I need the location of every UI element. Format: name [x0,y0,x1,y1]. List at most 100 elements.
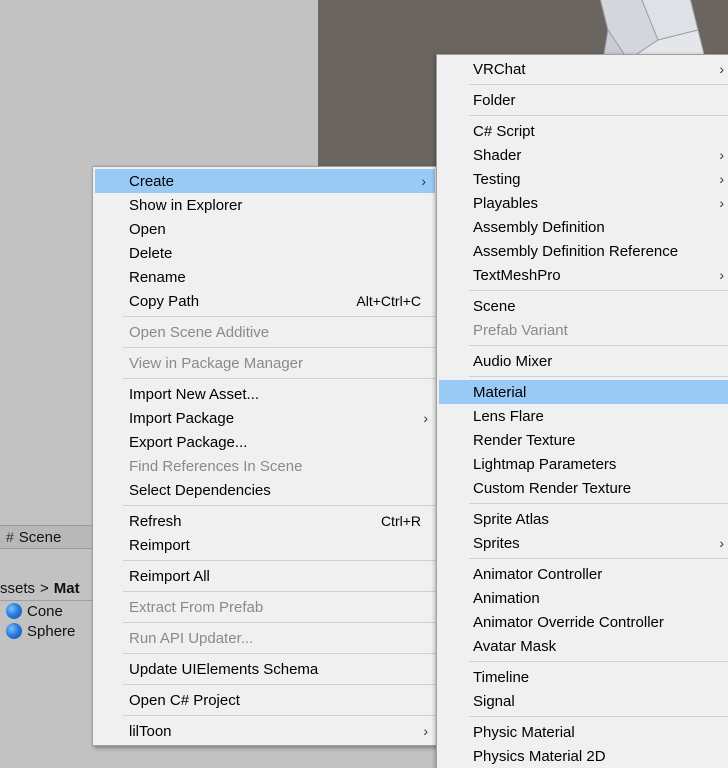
breadcrumb-assets[interactable]: ssets [0,580,35,597]
create-menu-item-testing[interactable]: Testing › [437,167,728,191]
menu-item-label: Extract From Prefab [129,598,264,616]
menu-item-label: Open C# Project [129,691,240,709]
asset-item-cone[interactable]: Cone [6,601,63,621]
menu-item-label: Update UIElements Schema [129,660,319,678]
create-menu-item-animator-override-controller[interactable]: Animator Override Controller [437,610,728,634]
create-submenu: VRChat › Folder C# Script Shader › Testing › Pla… [436,54,728,768]
chevron-right-icon: › [719,535,724,551]
menu-item-label: View in Package Manager [129,354,303,372]
context-menu-item-update-uielements-schema[interactable]: Update UIElements Schema [93,657,437,681]
asset-label: Sphere [27,622,76,640]
create-menu-item-folder[interactable]: Folder [437,88,728,112]
context-menu-item-create[interactable]: Create › [95,169,435,193]
menu-item-label: Folder [473,91,516,109]
sphere-material-icon [6,603,22,619]
menu-item-label: Shader [473,146,522,164]
create-menu-item-playables[interactable]: Playables › [437,191,728,215]
menu-item-label: Timeline [473,668,530,686]
menu-item-label: Delete [129,244,173,262]
breadcrumb-materials[interactable]: Mat [54,580,80,597]
create-menu-item-shader[interactable]: Shader › [437,143,728,167]
create-menu-item-audio-mixer[interactable]: Audio Mixer [437,349,728,373]
create-menu-item-assembly-definition[interactable]: Assembly Definition [437,215,728,239]
create-menu-item-assembly-definition-reference[interactable]: Assembly Definition Reference [437,239,728,263]
asset-item-sphere[interactable]: Sphere [6,621,75,641]
menu-separator [123,347,437,348]
menu-separator [123,505,437,506]
create-menu-item-animation[interactable]: Animation [437,586,728,610]
create-menu-item-custom-render-texture[interactable]: Custom Render Texture [437,476,728,500]
context-menu-item-reimport-all[interactable]: Reimport All [93,564,437,588]
menu-separator [123,622,437,623]
context-menu-item-export-package[interactable]: Export Package... [93,430,437,454]
menu-item-label: Animator Controller [473,565,603,583]
menu-item-label: Rename [129,268,186,286]
menu-separator [469,376,728,377]
create-menu-item-physics-material-2d[interactable]: Physics Material 2D [437,744,728,768]
context-menu-item-copy-path[interactable]: Copy Path Alt+Ctrl+C [93,289,437,313]
context-menu-item-reimport[interactable]: Reimport [93,533,437,557]
create-menu-item-sprite-atlas[interactable]: Sprite Atlas [437,507,728,531]
context-menu-item-delete[interactable]: Delete [93,241,437,265]
create-menu-item-material[interactable]: Material [439,380,728,404]
create-menu-item-lens-flare[interactable]: Lens Flare [437,404,728,428]
context-menu-item-select-dependencies[interactable]: Select Dependencies [93,478,437,502]
create-menu-item-avatar-mask[interactable]: Avatar Mask [437,634,728,658]
menu-separator [123,591,437,592]
create-menu-item-vrchat[interactable]: VRChat › [437,57,728,81]
menu-item-label: Avatar Mask [473,637,557,655]
context-menu-item-extract-from-prefab: Extract From Prefab [93,595,437,619]
breadcrumb: ssets > Mat [0,576,80,600]
menu-item-label: Open [129,220,166,238]
menu-item-label: Sprite Atlas [473,510,549,528]
create-menu-item-prefab-variant: Prefab Variant [437,318,728,342]
menu-item-label: Audio Mixer [473,352,553,370]
tab-scene-label: Scene [18,528,62,546]
menu-item-label: Export Package... [129,433,248,451]
menu-item-label: Signal [473,692,515,710]
context-menu-item-rename[interactable]: Rename [93,265,437,289]
context-menu-item-import-package[interactable]: Import Package › [93,406,437,430]
create-menu-item-timeline[interactable]: Timeline [437,665,728,689]
menu-item-label: Render Texture [473,431,576,449]
menu-separator [469,661,728,662]
context-menu-item-refresh[interactable]: Refresh Ctrl+R [93,509,437,533]
context-menu-item-open-c-project[interactable]: Open C# Project [93,688,437,712]
chevron-right-icon: › [719,147,724,163]
tab-scene[interactable]: # Scene [0,525,92,549]
menu-item-label: Assembly Definition [473,218,605,236]
context-menu-item-import-new-asset[interactable]: Import New Asset... [93,382,437,406]
context-menu-item-liltoon[interactable]: lilToon › [93,719,437,743]
menu-item-label: Physic Material [473,723,575,741]
chevron-right-icon: › [719,171,724,187]
menu-item-label: Open Scene Additive [129,323,270,341]
create-menu-item-textmeshpro[interactable]: TextMeshPro › [437,263,728,287]
create-menu-item-lightmap-parameters[interactable]: Lightmap Parameters [437,452,728,476]
grid-hash-icon: # [6,529,14,545]
menu-item-label: Testing [473,170,521,188]
menu-item-label: Refresh [129,512,182,530]
menu-item-label: Animator Override Controller [473,613,664,631]
create-menu-item-render-texture[interactable]: Render Texture [437,428,728,452]
context-menu-item-show-in-explorer[interactable]: Show in Explorer [93,193,437,217]
menu-item-label: Assembly Definition Reference [473,242,679,260]
menu-item-label: Find References In Scene [129,457,303,475]
chevron-right-icon: > [40,579,49,597]
context-menu-item-view-in-package-manager: View in Package Manager [93,351,437,375]
create-menu-item-sprites[interactable]: Sprites › [437,531,728,555]
menu-item-label: Reimport [129,536,190,554]
create-menu-item-physic-material[interactable]: Physic Material [437,720,728,744]
chevron-right-icon: › [421,173,426,189]
create-menu-item-signal[interactable]: Signal [437,689,728,713]
menu-item-label: Prefab Variant [473,321,568,339]
menu-item-label: lilToon [129,722,172,740]
create-menu-item-scene[interactable]: Scene [437,294,728,318]
menu-separator [123,653,437,654]
chevron-right-icon: › [719,267,724,283]
create-menu-item-c-script[interactable]: C# Script [437,119,728,143]
create-menu-item-animator-controller[interactable]: Animator Controller [437,562,728,586]
menu-separator [469,345,728,346]
menu-item-label: Material [473,383,527,401]
context-menu-item-open[interactable]: Open [93,217,437,241]
menu-item-label: VRChat [473,60,526,78]
